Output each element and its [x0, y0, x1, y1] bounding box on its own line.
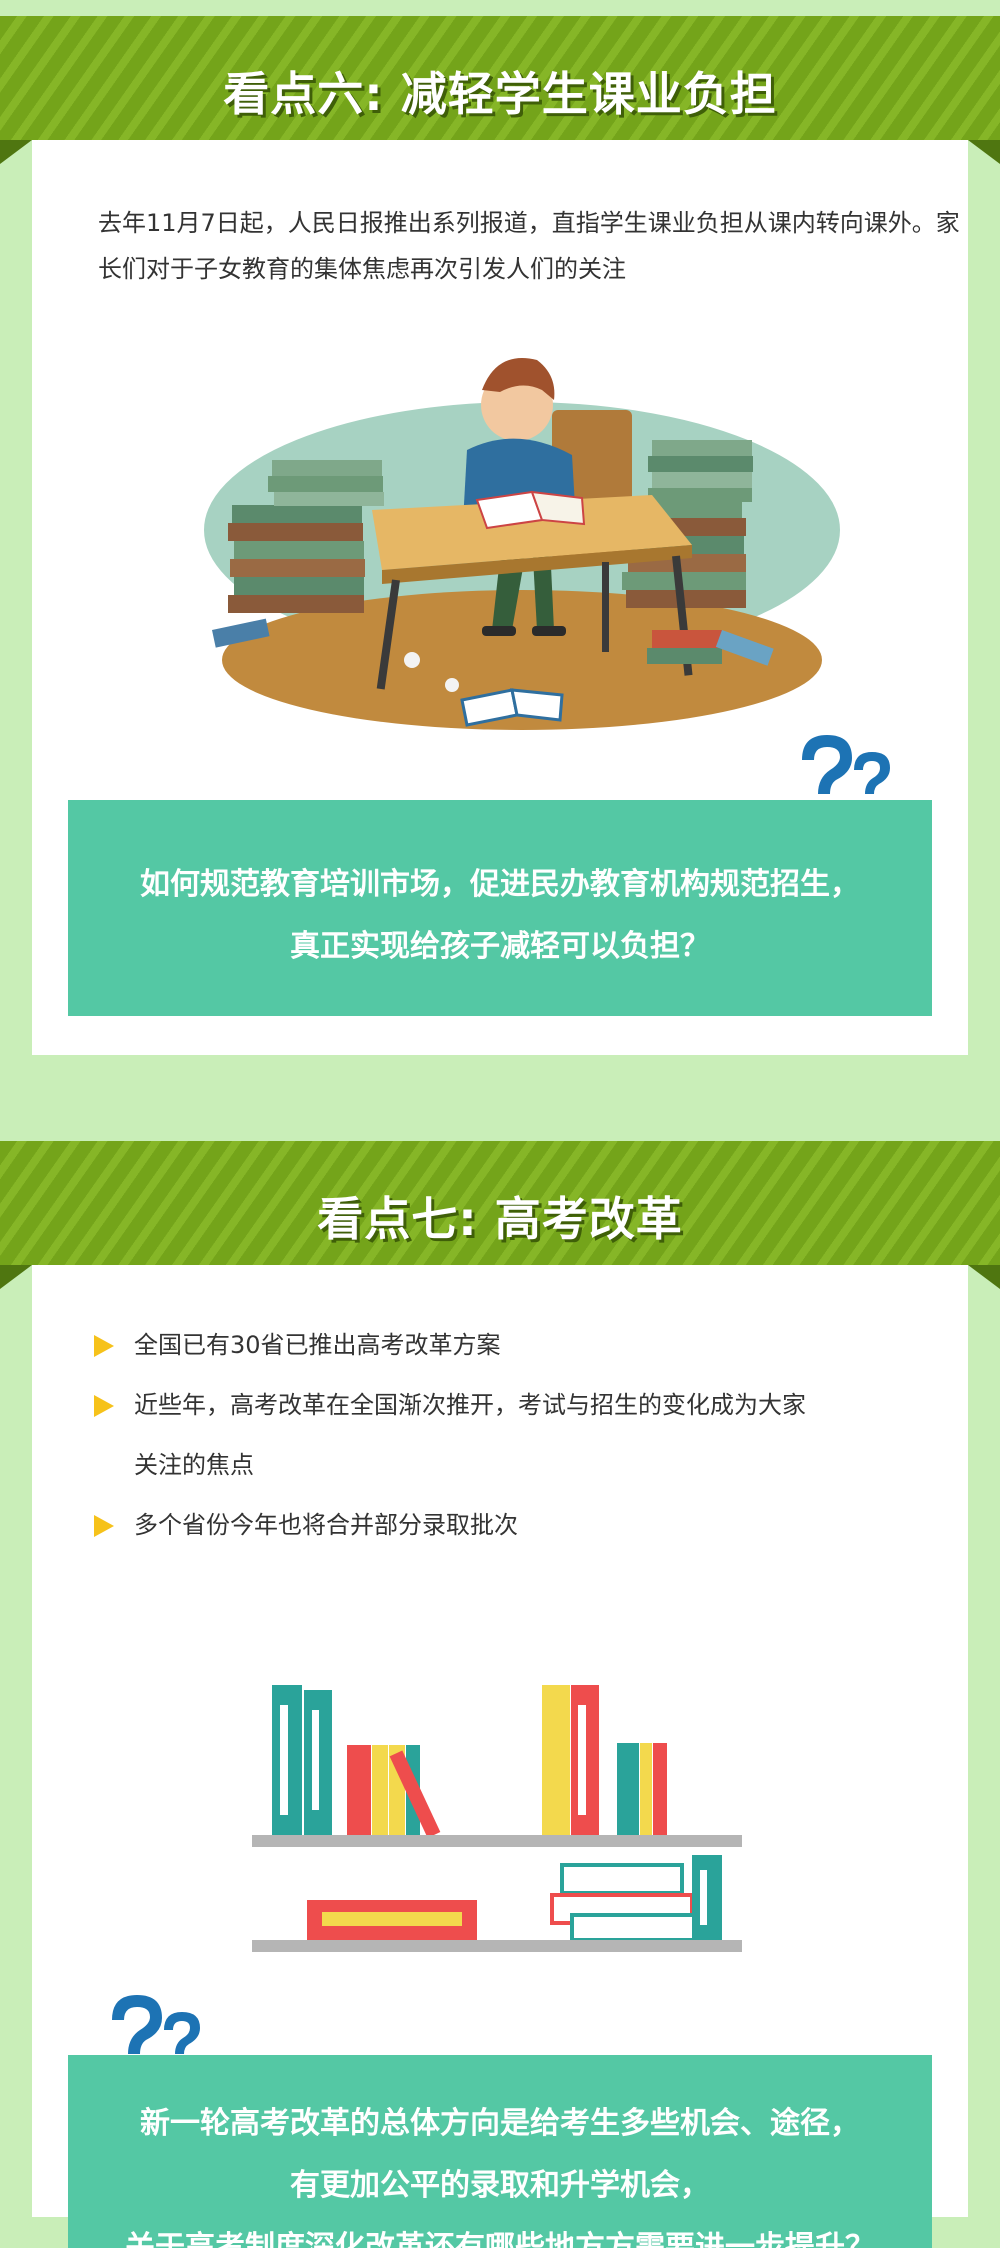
banner-fold-right [968, 1265, 1000, 1289]
banner-fold-right [968, 140, 1000, 164]
list-item-continuation: 关注的焦点 [134, 1451, 254, 1479]
arrow-bullet-icon [94, 1335, 114, 1357]
section-seven: 看点七: 高考改革 全国已有30省已推出高考改革方案 近些年，高考改革在全国渐次… [0, 1125, 1000, 2248]
arrow-bullet-icon [94, 1395, 114, 1417]
section-six-intro: 去年11月7日起，人民日报推出系列报道，直指学生课业负担从课内转向课外。家长们对… [98, 209, 960, 283]
section-six-question-box: 如何规范教育培训市场，促进民办教育机构规范招生， 真正实现给孩子减轻可以负担？ [68, 800, 932, 1016]
list-item: 近些年，高考改革在全国渐次推开，考试与招生的变化成为大家 [94, 1375, 924, 1435]
section-six-title: 看点六: 减轻学生课业负担 [223, 67, 777, 121]
list-item: 多个省份今年也将合并部分录取批次 [94, 1495, 924, 1555]
list-item: 全国已有30省已推出高考改革方案 [94, 1315, 924, 1375]
arrow-bullet-icon [94, 1515, 114, 1537]
bookshelf-illustration [252, 1685, 742, 1952]
question-line: 新一轮高考改革的总体方向是给考生多些机会、途径， [140, 2106, 860, 2141]
section-seven-title: 看点七: 高考改革 [317, 1192, 683, 1246]
banner-fold-left [0, 1265, 32, 1289]
section-six: 看点六: 减轻学生课业负担 去年11月7日起，人民日报推出系列报道，直指学生课业… [0, 0, 1000, 1075]
banner-fold-left [0, 140, 32, 164]
section-seven-card: 全国已有30省已推出高考改革方案 近些年，高考改革在全国渐次推开，考试与招生的变… [32, 1265, 968, 2248]
question-line: 如何规范教育培训市场，促进民办教育机构规范招生， [140, 867, 860, 902]
question-line: 有更加公平的录取和升学机会， [290, 2168, 710, 2203]
section-six-banner: 看点六: 减轻学生课业负担 [0, 16, 1000, 140]
question-line: 关于高考制度深化改革还有哪些地方方需要进一步提升？ [125, 2230, 875, 2248]
section-seven-banner: 看点七: 高考改革 [0, 1141, 1000, 1265]
section-six-card: 去年11月7日起，人民日报推出系列报道，直指学生课业负担从课内转向课外。家长们对… [32, 140, 968, 1055]
question-line: 真正实现给孩子减轻可以负担？ [290, 929, 710, 964]
stressed-student-illustration [200, 358, 844, 730]
reform-bullet-list: 全国已有30省已推出高考改革方案 近些年，高考改革在全国渐次推开，考试与招生的变… [94, 1315, 924, 1555]
section-seven-question-box: 新一轮高考改革的总体方向是给考生多些机会、途径， 有更加公平的录取和升学机会， … [68, 2055, 932, 2248]
